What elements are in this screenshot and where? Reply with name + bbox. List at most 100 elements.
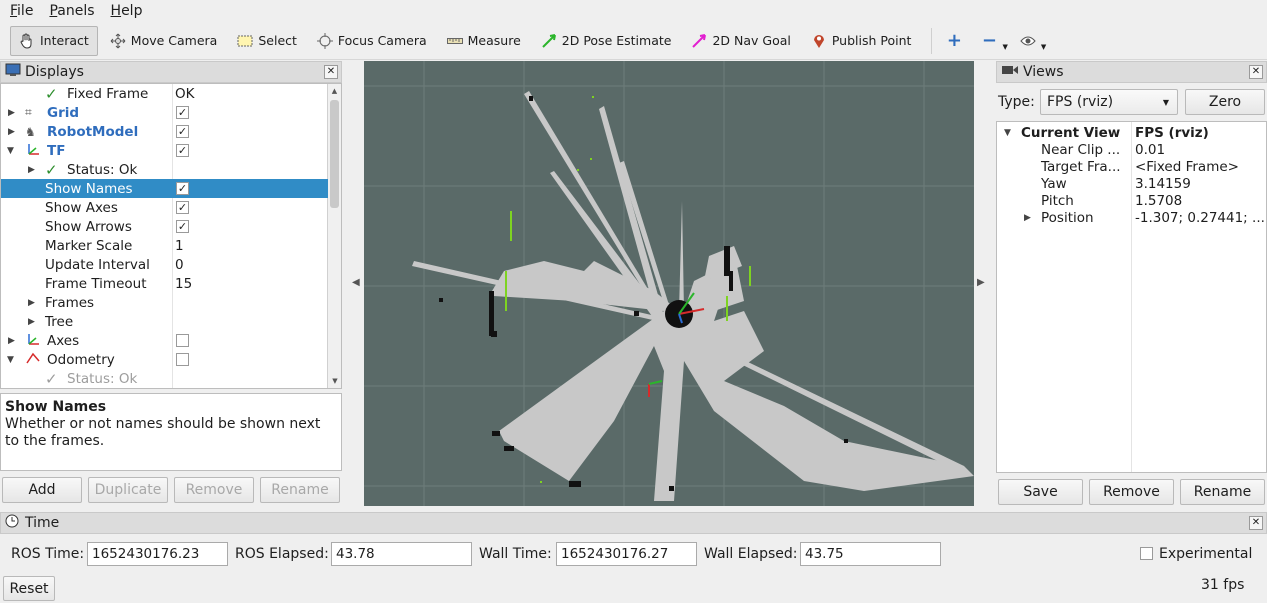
expand-arrow-icon[interactable]: ▶ <box>1024 213 1031 223</box>
map-view[interactable] <box>364 61 974 506</box>
pose-estimate-icon <box>541 33 557 49</box>
focus-camera-tool[interactable]: Focus Camera <box>309 26 435 56</box>
close-icon[interactable]: ✕ <box>324 65 338 79</box>
row-fixed-frame[interactable]: ✓ Fixed Frame OK <box>1 84 341 103</box>
expand-arrow-icon[interactable]: ▶ <box>8 336 15 346</box>
row-update-interval[interactable]: Update Interval 0 <box>1 255 341 274</box>
help-title: Show Names <box>5 399 107 415</box>
camera-icon <box>1001 64 1019 80</box>
duplicate-display-button[interactable]: Duplicate <box>88 477 168 503</box>
menu-file[interactable]: File <box>0 3 39 19</box>
robotmodel-checkbox[interactable]: ✓ <box>176 125 189 138</box>
measure-tool[interactable]: Measure <box>439 26 529 56</box>
help-box: Show Names Whether or not names should b… <box>0 393 342 471</box>
menu-panels[interactable]: Panels <box>39 3 100 19</box>
chevron-down-icon: ▼ <box>1162 97 1169 107</box>
rename-view-button[interactable]: Rename <box>1180 479 1265 505</box>
row-show-axes[interactable]: Show Axes ✓ <box>1 198 341 217</box>
interact-tool[interactable]: Interact <box>10 25 98 56</box>
odometry-checkbox[interactable] <box>176 353 189 366</box>
menu-help[interactable]: Help <box>101 3 149 19</box>
add-tool-button[interactable]: + <box>940 26 973 56</box>
robot-icon: ♞ <box>25 124 36 139</box>
ros-elapsed-label: ROS Elapsed: <box>235 546 329 562</box>
tf-axes-icon <box>25 142 41 160</box>
wall-time-label: Wall Time: <box>479 546 552 562</box>
view-type-label: Type: <box>998 94 1035 110</box>
row-frames[interactable]: ▶ Frames <box>1 293 341 312</box>
grid-icon: ⌗ <box>25 105 32 119</box>
wall-elapsed-field[interactable]: 43.75 <box>800 542 941 566</box>
row-show-names[interactable]: Show Names ✓ <box>1 179 328 198</box>
toolbar: Interact Move Camera Select Focus Camera… <box>0 22 1267 60</box>
collapse-arrow-icon[interactable]: ▼ <box>1004 128 1011 138</box>
render-viewport[interactable] <box>364 61 974 506</box>
view-type-select[interactable]: FPS (rviz) ▼ <box>1040 89 1178 115</box>
row-marker-scale[interactable]: Marker Scale 1 <box>1 236 341 255</box>
visibility-button[interactable]: ▼ <box>1016 26 1050 56</box>
expand-arrow-icon[interactable]: ▶ <box>8 127 15 137</box>
help-text: Whether or not names should be shown nex… <box>5 416 321 449</box>
add-display-button[interactable]: Add <box>2 477 82 503</box>
expand-arrow-icon[interactable]: ▶ <box>28 298 35 308</box>
row-tf[interactable]: ▼ TF ✓ <box>1 141 341 160</box>
row-grid[interactable]: ▶ ⌗ Grid ✓ <box>1 103 341 122</box>
wall-time-field[interactable]: 1652430176.27 <box>556 542 697 566</box>
tf-checkbox[interactable]: ✓ <box>176 144 189 157</box>
row-position[interactable]: ▶ Position -1.307; 0.27441; ... <box>997 208 1266 227</box>
odometry-icon <box>25 351 41 369</box>
collapse-arrow-icon[interactable]: ▼ <box>7 146 14 156</box>
pose-estimate-tool[interactable]: 2D Pose Estimate <box>533 26 680 56</box>
publish-point-tool[interactable]: Publish Point <box>803 26 920 56</box>
remove-display-button[interactable]: Remove <box>174 477 254 503</box>
rename-display-button[interactable]: Rename <box>260 477 340 503</box>
row-tf-status[interactable]: ▶ ✓ Status: Ok <box>1 160 341 179</box>
zero-button[interactable]: Zero <box>1185 89 1265 115</box>
ros-elapsed-field[interactable]: 43.78 <box>331 542 472 566</box>
views-panel-title: Views ✕ <box>996 61 1267 83</box>
remove-view-button[interactable]: Remove <box>1089 479 1174 505</box>
expand-arrow-icon[interactable]: ▶ <box>28 317 35 327</box>
experimental-label: Experimental <box>1159 546 1253 562</box>
close-icon[interactable]: ✕ <box>1249 516 1263 530</box>
checkmark-icon: ✓ <box>45 369 58 388</box>
row-show-arrows[interactable]: Show Arrows ✓ <box>1 217 341 236</box>
plus-icon: + <box>946 30 962 51</box>
save-view-button[interactable]: Save <box>998 479 1083 505</box>
nav-goal-tool[interactable]: 2D Nav Goal <box>683 26 798 56</box>
minus-icon: − <box>981 30 997 51</box>
ros-time-field[interactable]: 1652430176.23 <box>87 542 228 566</box>
axes-checkbox[interactable] <box>176 334 189 347</box>
experimental-checkbox[interactable] <box>1140 547 1153 560</box>
select-tool[interactable]: Select <box>229 26 305 56</box>
grid-checkbox[interactable]: ✓ <box>176 106 189 119</box>
tf-frame-odom <box>648 380 663 397</box>
show-arrows-checkbox[interactable]: ✓ <box>176 220 189 233</box>
menu-bar: File Panels Help <box>0 0 1267 22</box>
row-tree[interactable]: ▶ Tree <box>1 312 341 331</box>
move-camera-icon <box>110 33 126 49</box>
chevron-down-icon: ▼ <box>1002 42 1008 51</box>
toolbar-separator <box>931 27 933 54</box>
move-camera-tool[interactable]: Move Camera <box>102 26 226 56</box>
collapse-left-icon[interactable]: ◀ <box>352 277 360 288</box>
row-odometry[interactable]: ▼ Odometry <box>1 350 341 369</box>
expand-arrow-icon[interactable]: ▶ <box>8 108 15 118</box>
checkmark-icon: ✓ <box>45 84 58 103</box>
collapse-arrow-icon[interactable]: ▼ <box>7 355 14 365</box>
row-odometry-status[interactable]: ✓ Status: Ok <box>1 369 341 388</box>
show-axes-checkbox[interactable]: ✓ <box>176 201 189 214</box>
expand-arrow-icon[interactable]: ▶ <box>28 165 35 175</box>
row-frame-timeout[interactable]: Frame Timeout 15 <box>1 274 341 293</box>
close-icon[interactable]: ✕ <box>1249 65 1263 79</box>
remove-tool-button[interactable]: − ▼ <box>977 26 1011 56</box>
collapse-right-icon[interactable]: ▶ <box>977 277 985 288</box>
show-names-checkbox[interactable]: ✓ <box>176 182 189 195</box>
row-axes[interactable]: ▶ Axes <box>1 331 341 350</box>
publish-point-icon <box>811 33 827 49</box>
row-robotmodel[interactable]: ▶ ♞ RobotModel ✓ <box>1 122 341 141</box>
monitor-icon <box>5 63 21 81</box>
select-icon <box>237 33 253 49</box>
focus-camera-icon <box>316 32 333 49</box>
reset-button[interactable]: Reset <box>3 576 55 601</box>
